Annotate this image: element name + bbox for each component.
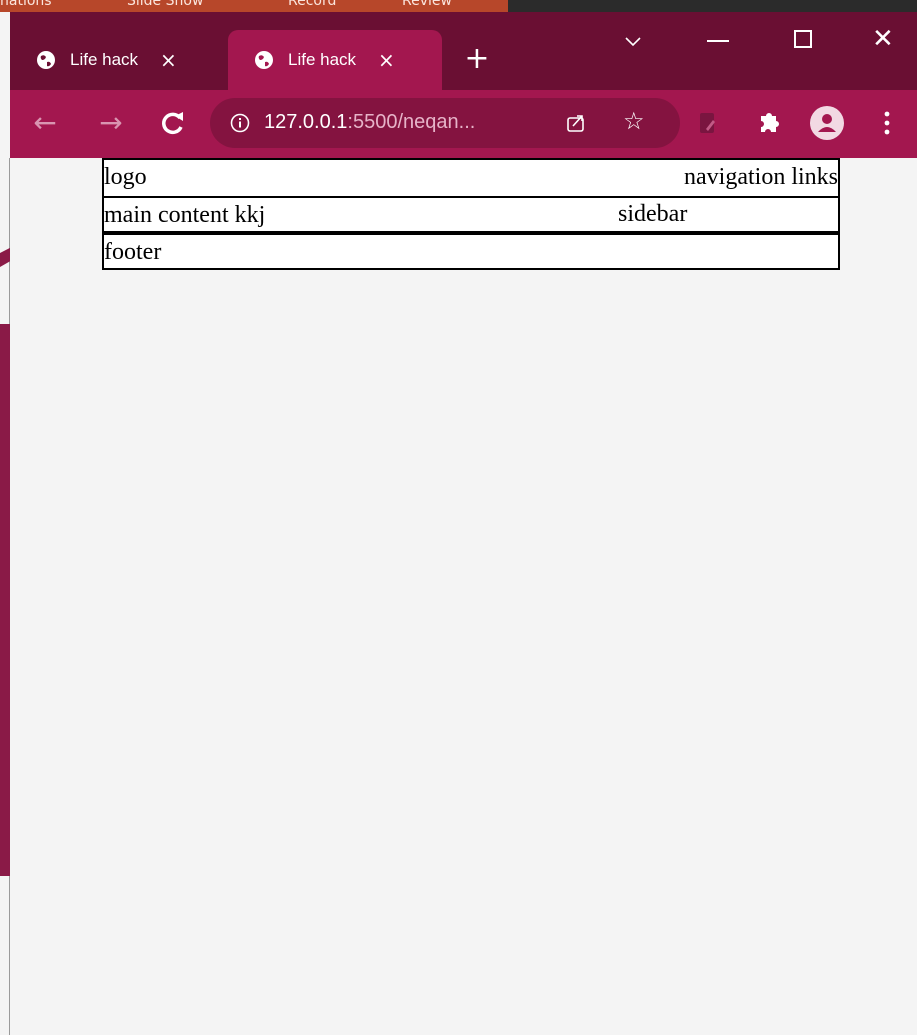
globe-icon xyxy=(37,51,55,69)
main-content-text: main content kkj xyxy=(104,202,266,228)
tab-life-hack-1[interactable]: Life hack × xyxy=(10,30,228,90)
globe-icon xyxy=(255,51,273,69)
tab-title: Life hack xyxy=(70,50,139,69)
page-viewport: logo navigation links main content kkj s… xyxy=(10,158,917,1035)
background-ribbon: nations Slide Show Record Review xyxy=(0,0,917,12)
share-icon[interactable] xyxy=(565,112,587,134)
browser-tab-strip: Life hack × Life hack × + ✕ xyxy=(10,12,917,90)
reload-icon[interactable] xyxy=(158,108,188,138)
tab-close-icon[interactable]: × xyxy=(378,48,395,72)
tab-title: Life hack xyxy=(288,50,357,69)
new-tab-button[interactable]: + xyxy=(460,44,494,78)
ribbon-tab-review: Review xyxy=(402,0,452,9)
site-info-icon[interactable] xyxy=(230,113,250,133)
header-box: logo navigation links xyxy=(102,158,840,198)
navigation-links-text: navigation links xyxy=(684,164,838,190)
browser-toolbar: ← → 127.0.0.1:5500/neqan... ☆ xyxy=(10,90,917,158)
background-slide-edge xyxy=(0,158,10,1035)
window-close-button[interactable]: ✕ xyxy=(872,24,894,54)
extensions-puzzle-icon[interactable] xyxy=(755,108,783,136)
ribbon-tab-record: Record xyxy=(288,0,337,9)
back-button[interactable]: ← xyxy=(30,108,60,138)
forward-button[interactable]: → xyxy=(96,108,126,138)
sidebar-text: sidebar xyxy=(618,201,688,227)
minimize-button[interactable] xyxy=(707,40,729,42)
profile-avatar[interactable] xyxy=(810,106,844,140)
maximize-button[interactable] xyxy=(794,30,812,48)
background-dark-area xyxy=(508,0,917,12)
main-box: main content kkj sidebar xyxy=(102,196,840,233)
extension-document-icon[interactable] xyxy=(698,111,718,137)
tab-life-hack-2[interactable]: Life hack × xyxy=(228,30,442,90)
logo-text: logo xyxy=(104,164,147,190)
footer-text: footer xyxy=(104,239,162,265)
tab-search-chevron-icon[interactable] xyxy=(618,32,648,52)
ribbon-tab-animations: nations xyxy=(0,0,52,9)
address-url: 127.0.0.1:5500/neqan... xyxy=(264,111,476,133)
person-icon xyxy=(818,114,836,132)
tab-close-icon[interactable]: × xyxy=(160,48,177,72)
address-bar[interactable]: 127.0.0.1:5500/neqan... ☆ xyxy=(210,98,680,148)
footer-box: footer xyxy=(102,233,840,270)
ribbon-tab-slide-show: Slide Show xyxy=(127,0,204,9)
more-menu-icon[interactable] xyxy=(878,108,896,138)
background-slide-block xyxy=(0,324,10,876)
bookmark-star-icon[interactable]: ☆ xyxy=(623,107,645,135)
